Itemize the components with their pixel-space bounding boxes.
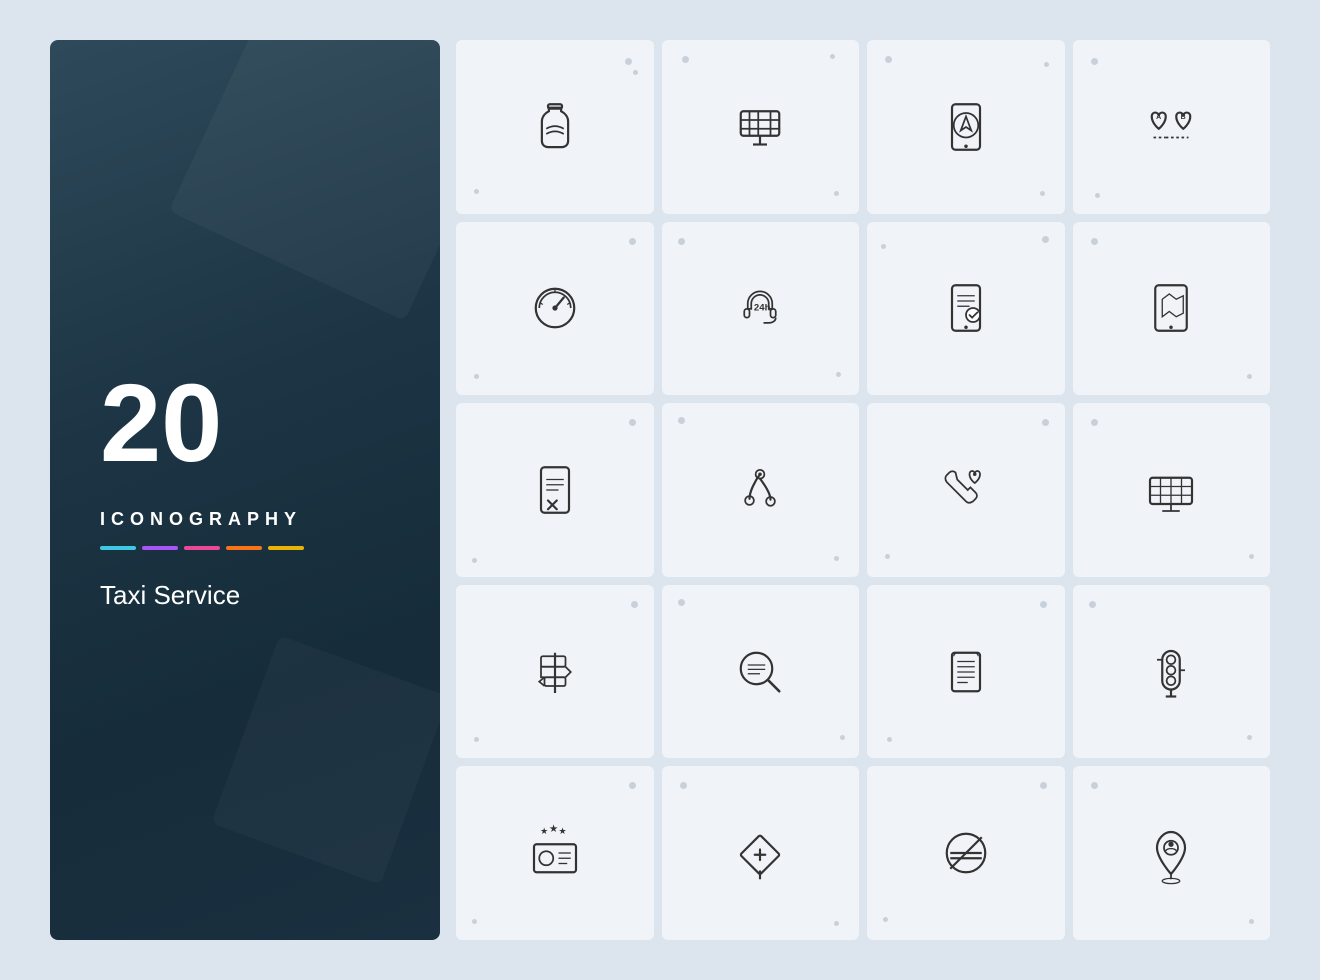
taxi-screen-icon <box>1136 455 1206 525</box>
speedometer-cell <box>456 222 654 396</box>
search-taxi-cell <box>662 585 860 759</box>
signpost-cell <box>456 585 654 759</box>
driver-card-icon: ★ ★ ★ <box>520 818 590 888</box>
color-bars <box>100 546 304 550</box>
left-panel: 20 ICONOGRAPHY Taxi Service <box>50 40 440 940</box>
traffic-light-cell <box>1073 585 1271 759</box>
svg-text:★: ★ <box>540 826 548 836</box>
mobile-booking-cell <box>867 222 1065 396</box>
driver-card-cell: ★ ★ ★ <box>456 766 654 940</box>
svg-text:★: ★ <box>549 823 559 835</box>
icon-grid: A B <box>456 40 1270 940</box>
taxi-service-title: Taxi Service <box>100 580 240 611</box>
main-container: 20 ICONOGRAPHY Taxi Service <box>50 40 1270 940</box>
svg-text:★: ★ <box>558 826 566 836</box>
mobile-booking-icon <box>931 273 1001 343</box>
map-phone-cell <box>1073 222 1271 396</box>
navigation-phone-cell <box>867 40 1065 214</box>
route-map-icon <box>725 455 795 525</box>
no-smoking-cell <box>867 766 1065 940</box>
navigation-phone-icon <box>931 92 1001 162</box>
color-bar-1 <box>100 546 136 550</box>
color-bar-5 <box>268 546 304 550</box>
search-taxi-icon <box>725 637 795 707</box>
taxi-sign-cell <box>662 40 860 214</box>
iconography-label: ICONOGRAPHY <box>100 509 302 530</box>
color-bar-3 <box>184 546 220 550</box>
icon-count: 20 <box>100 369 222 479</box>
water-bottle-cell <box>456 40 654 214</box>
taxi-sign-icon <box>725 92 795 162</box>
telephone-cell <box>867 585 1065 759</box>
route-map-cell <box>662 403 860 577</box>
route-ab-cell: A B <box>1073 40 1271 214</box>
svg-text:A: A <box>1156 114 1161 121</box>
cancel-booking-cell <box>456 403 654 577</box>
svg-text:B: B <box>1181 114 1186 121</box>
no-smoking-icon <box>931 818 1001 888</box>
phone-location-icon <box>931 455 1001 525</box>
location-person-cell <box>1073 766 1271 940</box>
road-sign-cell <box>662 766 860 940</box>
road-sign-icon <box>725 818 795 888</box>
speedometer-icon <box>520 273 590 343</box>
24h-support-icon: 24h <box>725 273 795 343</box>
color-bar-4 <box>226 546 262 550</box>
color-bar-2 <box>142 546 178 550</box>
signpost-icon <box>520 637 590 707</box>
svg-text:24h: 24h <box>754 303 771 314</box>
telephone-icon <box>931 637 1001 707</box>
water-bottle-icon <box>520 92 590 162</box>
traffic-light-icon <box>1136 637 1206 707</box>
taxi-screen-cell <box>1073 403 1271 577</box>
route-ab-icon: A B <box>1136 92 1206 162</box>
map-phone-icon <box>1136 273 1206 343</box>
phone-location-cell <box>867 403 1065 577</box>
24h-support-cell: 24h <box>662 222 860 396</box>
location-person-icon <box>1136 818 1206 888</box>
cancel-booking-icon <box>520 455 590 525</box>
